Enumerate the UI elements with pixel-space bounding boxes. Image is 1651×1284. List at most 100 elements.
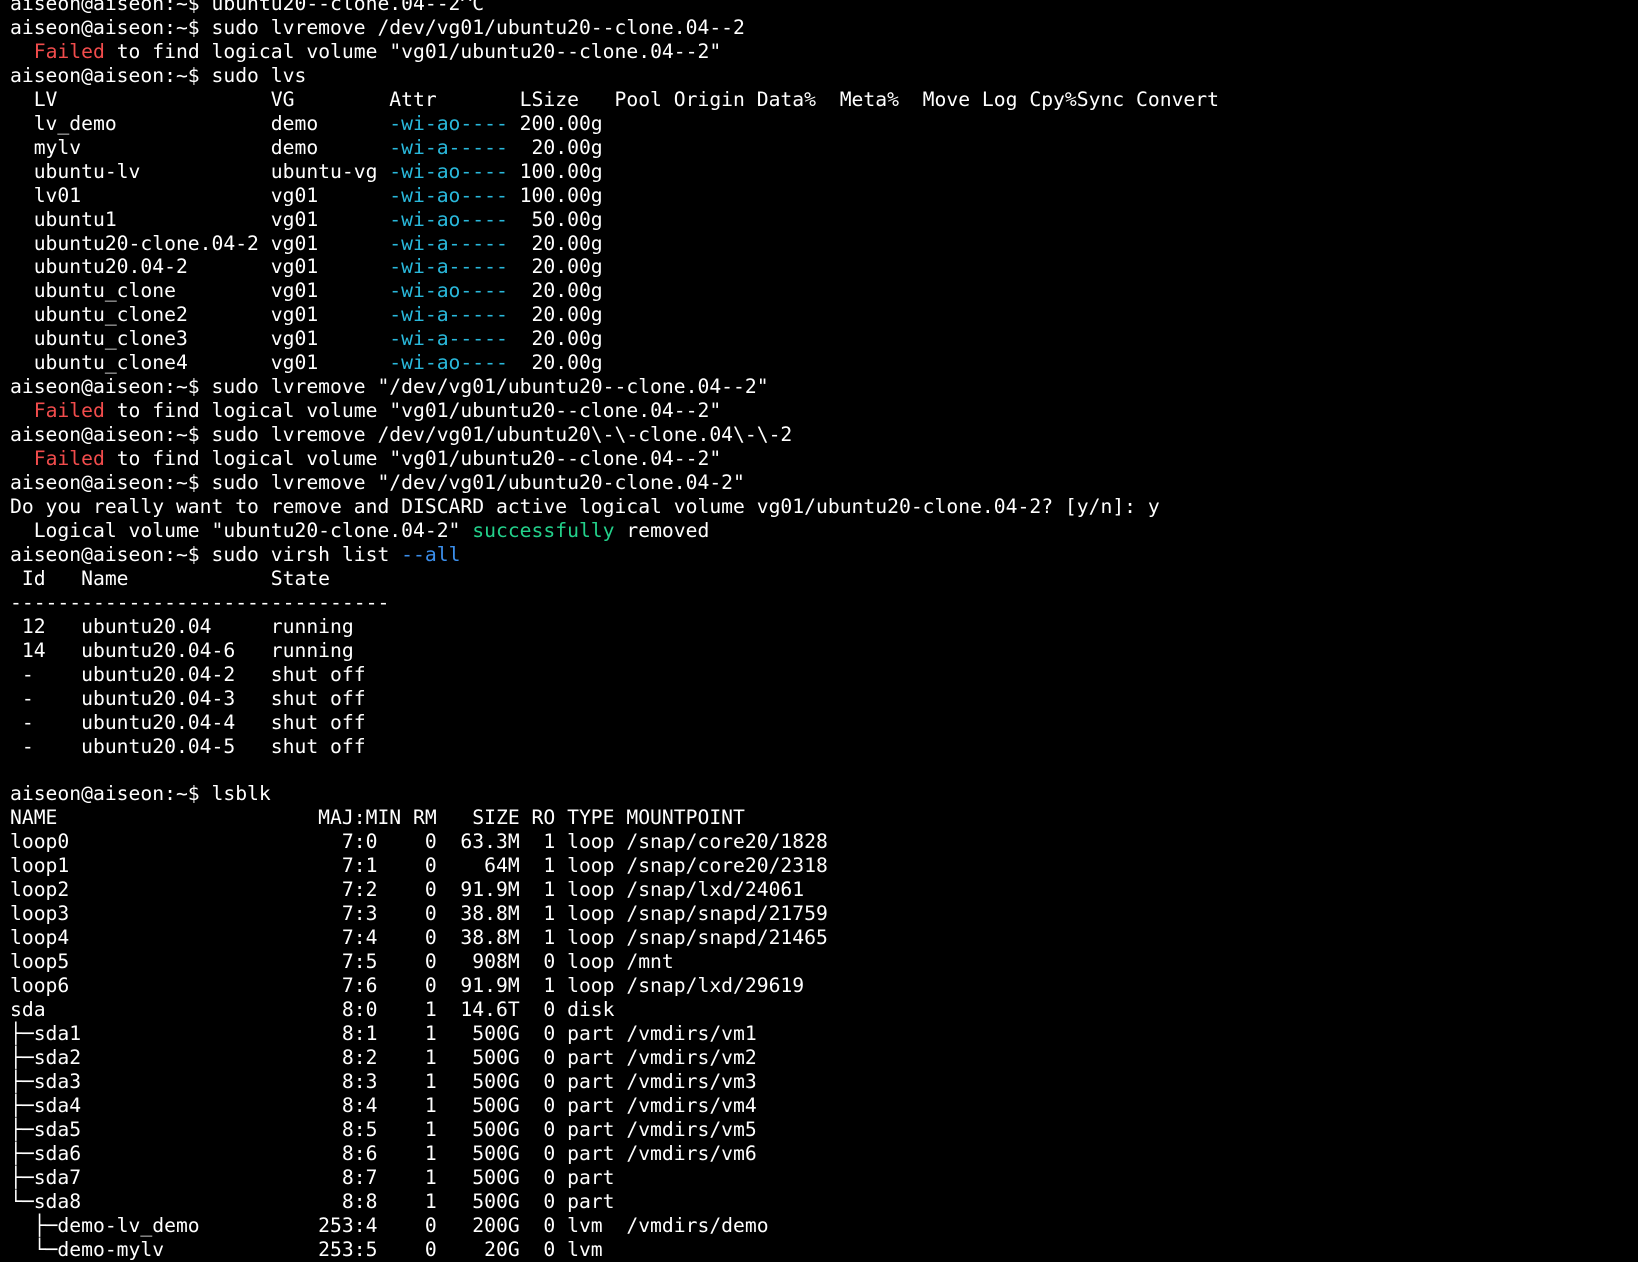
terminal-text: 14 ubuntu20.04-6 running [10,638,354,662]
terminal-text: ├─sda1 8:1 1 500G 0 part /vmdirs/vm1 [10,1021,757,1045]
terminal-line: aiseon@aiseon:~$ sudo lvremove /dev/vg01… [10,423,1638,447]
terminal-text: ubuntu_clone2 vg01 [10,303,390,327]
terminal-line: ubuntu20.04-2 vg01 -wi-a----- 20.00g [10,255,1638,279]
terminal-text: loop5 7:5 0 908M 0 loop /mnt [10,950,674,974]
terminal-text: aiseon@aiseon:~$ sudo lvremove "/dev/vg0… [10,375,769,399]
terminal-line: Logical volume "ubuntu20-clone.04-2" suc… [10,519,1638,543]
terminal-text: 20.00g [507,279,603,303]
terminal-line: aiseon@aiseon:~$ sudo lvs [10,64,1638,88]
terminal-text: ubuntu20-clone.04-2 vg01 [10,231,390,255]
terminal-text: 200.00g [507,111,603,135]
terminal-text: - ubuntu20.04-3 shut off [10,686,366,710]
terminal-text: lv01 vg01 [10,183,390,207]
terminal-line: - ubuntu20.04-3 shut off [10,687,1638,711]
terminal-line: aiseon@aiseon:~$ sudo lvremove "/dev/vg0… [10,375,1638,399]
terminal-line: loop1 7:1 0 64M 1 loop /snap/core20/2318 [10,854,1638,878]
terminal-text: ubuntu-lv ubuntu-vg [10,159,390,183]
terminal-text: to find logical volume "vg01/ubuntu20--c… [104,39,722,63]
terminal-text: - ubuntu20.04-2 shut off [10,662,366,686]
terminal-text: loop0 7:0 0 63.3M 1 loop /snap/core20/18… [10,830,828,854]
terminal-text-success: successfully [472,518,615,542]
terminal-text-attr: -wi-ao---- [389,159,508,183]
terminal-line: aiseon@aiseon:~$ sudo lvremove /dev/vg01… [10,16,1638,40]
terminal-line: Failed to find logical volume "vg01/ubun… [10,447,1638,471]
terminal-text: aiseon@aiseon:~$ sudo lvs [10,63,307,87]
terminal-text: └─demo-mylv 253:5 0 20G 0 lvm [10,1237,603,1261]
terminal-line: Do you really want to remove and DISCARD… [10,495,1638,519]
terminal-text: Logical volume "ubuntu20-clone.04-2" [10,518,473,542]
terminal-text-attr: -wi-ao---- [389,111,508,135]
terminal-window[interactable]: aiseon@aiseon:~$ ubuntu20--clone.04--2^C… [0,0,1638,1262]
terminal-text-attr: -wi-a----- [389,231,508,255]
terminal-text: loop1 7:1 0 64M 1 loop /snap/core20/2318 [10,854,828,878]
terminal-line: ubuntu1 vg01 -wi-ao---- 50.00g [10,208,1638,232]
terminal-line: - ubuntu20.04-5 shut off [10,735,1638,759]
terminal-text: - ubuntu20.04-5 shut off [10,734,366,758]
terminal-line: NAME MAJ:MIN RM SIZE RO TYPE MOUNTPOINT [10,806,1638,830]
terminal-text: 100.00g [507,159,603,183]
terminal-text: 20.00g [507,135,603,159]
terminal-text-error: Failed [33,399,105,423]
terminal-text: to find logical volume "vg01/ubuntu20--c… [104,447,722,471]
terminal-text: aiseon@aiseon:~$ lsblk [10,782,271,806]
terminal-line: ubuntu_clone2 vg01 -wi-a----- 20.00g [10,303,1638,327]
terminal-line: mylv demo -wi-a----- 20.00g [10,136,1638,160]
terminal-line: sda 8:0 1 14.6T 0 disk [10,998,1638,1022]
terminal-text: 50.00g [507,207,603,231]
terminal-text: Id Name State [10,566,331,590]
terminal-line: aiseon@aiseon:~$ sudo lvremove "/dev/vg0… [10,471,1638,495]
terminal-text: sda 8:0 1 14.6T 0 disk [10,998,615,1022]
terminal-line: loop3 7:3 0 38.8M 1 loop /snap/snapd/217… [10,902,1638,926]
terminal-text: ubuntu_clone vg01 [10,279,390,303]
terminal-line: ubuntu_clone3 vg01 -wi-a----- 20.00g [10,327,1638,351]
terminal-line: - ubuntu20.04-4 shut off [10,711,1638,735]
terminal-text: lv_demo demo [10,111,390,135]
terminal-text-attr: -wi-a----- [389,135,508,159]
terminal-text: loop6 7:6 0 91.9M 1 loop /snap/lxd/29619 [10,974,805,998]
terminal-text-error: Failed [33,447,105,471]
terminal-text: mylv demo [10,135,390,159]
terminal-text: 20.00g [507,231,603,255]
terminal-line: ├─sda2 8:2 1 500G 0 part /vmdirs/vm2 [10,1046,1638,1070]
terminal-text-attr: -wi-a----- [389,327,508,351]
terminal-line: Failed to find logical volume "vg01/ubun… [10,40,1638,64]
terminal-text-attr: -wi-ao---- [389,183,508,207]
terminal-text-error: Failed [33,39,105,63]
terminal-line: loop0 7:0 0 63.3M 1 loop /snap/core20/18… [10,830,1638,854]
terminal-line: aiseon@aiseon:~$ ubuntu20--clone.04--2^C [10,0,1638,16]
terminal-line: └─sda8 8:8 1 500G 0 part [10,1190,1638,1214]
terminal-text: aiseon@aiseon:~$ sudo lvremove /dev/vg01… [10,15,745,39]
terminal-text-attr: -wi-ao---- [389,279,508,303]
terminal-text: -------------------------------- [10,590,390,614]
terminal-text: ├─sda5 8:5 1 500G 0 part /vmdirs/vm5 [10,1117,757,1141]
terminal-line: ├─sda7 8:7 1 500G 0 part [10,1166,1638,1190]
terminal-line: loop5 7:5 0 908M 0 loop /mnt [10,950,1638,974]
terminal-text: to find logical volume "vg01/ubuntu20--c… [104,399,722,423]
terminal-line: LV VG Attr LSize Pool Origin Data% Meta%… [10,88,1638,112]
terminal-text: aiseon@aiseon:~$ sudo lvremove "/dev/vg0… [10,471,745,495]
terminal-text-attr: -wi-ao---- [389,351,508,375]
terminal-line: 14 ubuntu20.04-6 running [10,639,1638,663]
terminal-text: ├─sda2 8:2 1 500G 0 part /vmdirs/vm2 [10,1045,757,1069]
terminal-text: ubuntu_clone4 vg01 [10,351,390,375]
terminal-text: └─sda8 8:8 1 500G 0 part [10,1189,615,1213]
terminal-text: loop4 7:4 0 38.8M 1 loop /snap/snapd/214… [10,926,828,950]
terminal-line: 12 ubuntu20.04 running [10,615,1638,639]
terminal-line: aiseon@aiseon:~$ lsblk [10,782,1638,806]
terminal-text-attr: -wi-a----- [389,303,508,327]
terminal-text: 12 ubuntu20.04 running [10,614,354,638]
terminal-line: loop6 7:6 0 91.9M 1 loop /snap/lxd/29619 [10,974,1638,998]
terminal-text: ubuntu1 vg01 [10,207,390,231]
terminal-text: ├─sda4 8:4 1 500G 0 part /vmdirs/vm4 [10,1093,757,1117]
terminal-text: 20.00g [507,327,603,351]
terminal-text: LV VG Attr LSize Pool Origin Data% Meta%… [10,87,1219,111]
terminal-text: aiseon@aiseon:~$ sudo virsh list [10,542,402,566]
terminal-text: aiseon@aiseon:~$ sudo lvremove /dev/vg01… [10,423,793,447]
terminal-line: -------------------------------- [10,591,1638,615]
terminal-text: loop2 7:2 0 91.9M 1 loop /snap/lxd/24061 [10,878,805,902]
terminal-line: ubuntu-lv ubuntu-vg -wi-ao---- 100.00g [10,160,1638,184]
